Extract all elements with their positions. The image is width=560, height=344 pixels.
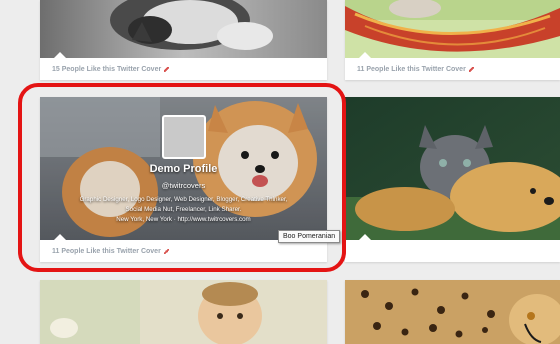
cover-card-baby[interactable] — [40, 280, 327, 344]
profile-bio-line: Social Media Nut, Freelancer, Link Share… — [125, 205, 242, 213]
like-count-text: 11 People Like this Twitter Cover — [52, 247, 161, 255]
profile-bio: Graphic Designer, Logo Designer, Web Des… — [60, 195, 307, 214]
cover-image-baby[interactable] — [40, 280, 327, 344]
cover-image-cheetah[interactable] — [345, 280, 560, 344]
like-count-caption: 15 People Like this Twitter Cover — [40, 58, 327, 80]
cover-card-hammock[interactable]: 11 People Like this Twitter Cover — [345, 0, 560, 80]
avatar — [162, 115, 206, 159]
profile-bio-line: Graphic Designer, Logo Designer, Web Des… — [79, 196, 288, 203]
like-count-caption — [345, 240, 560, 262]
image-tooltip: Boo Pomeranian — [278, 230, 341, 243]
pencil-icon[interactable] — [163, 248, 169, 254]
cover-card-cat[interactable]: 15 People Like this Twitter Cover — [40, 0, 327, 80]
cover-gallery: 15 People Like this Twitter Cover 11 Peo… — [0, 0, 560, 344]
cover-image-cat[interactable] — [40, 0, 327, 58]
pencil-icon[interactable] — [468, 66, 474, 72]
cover-image-hammock[interactable] — [345, 0, 560, 58]
profile-handle: @twitrcovers — [161, 181, 206, 190]
pencil-icon[interactable] — [164, 66, 170, 72]
like-count-text: 11 People Like this Twitter Cover — [357, 65, 466, 73]
profile-name: Demo Profile — [149, 163, 218, 175]
like-count-text: 15 People Like this Twitter Cover — [52, 65, 162, 73]
like-count-caption: 11 People Like this Twitter Cover — [345, 58, 560, 80]
profile-location: New York, New York · http://www.twitrcov… — [116, 216, 251, 223]
like-count-caption: 11 People Like this Twitter Cover — [40, 240, 327, 262]
cover-card-kitten-puppy[interactable] — [345, 97, 560, 262]
cover-image-kitten-puppy[interactable] — [345, 97, 560, 240]
cover-card-cheetah[interactable] — [345, 280, 560, 344]
